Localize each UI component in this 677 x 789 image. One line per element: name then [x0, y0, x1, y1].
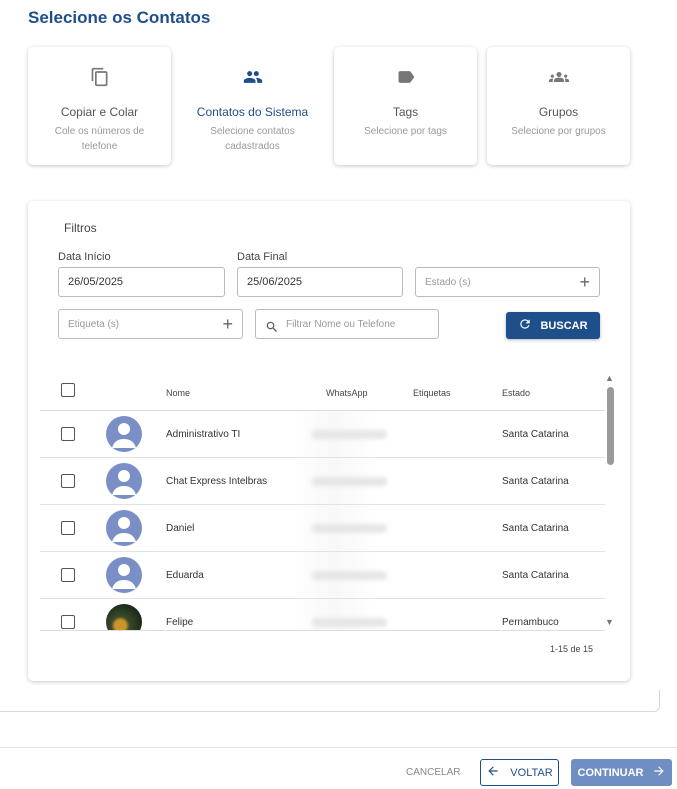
search-button[interactable]: BUSCAR [506, 312, 600, 339]
row-checkbox[interactable] [61, 615, 75, 629]
scroll-up-arrow-icon[interactable]: ▲ [605, 373, 614, 383]
search-icon [265, 317, 279, 345]
card-subtitle: Selecione por tags [364, 126, 447, 137]
back-button-label: VOLTAR [510, 766, 553, 779]
start-date-label: Data Início [58, 251, 111, 263]
avatar-photo [106, 604, 142, 630]
continue-button[interactable]: CONTINUAR [571, 759, 672, 786]
card-tags[interactable]: Tags Selecione por tags [334, 47, 477, 165]
row-checkbox[interactable] [61, 521, 75, 535]
table-row[interactable]: Chat Express Intelbras Santa Catarina [40, 458, 605, 505]
continue-button-label: CONTINUAR [577, 766, 644, 779]
arrow-right-icon [652, 764, 666, 781]
card-subtitle: Selecione contatos cadastrados [210, 126, 295, 152]
avatar [106, 557, 142, 593]
copy-icon [28, 67, 171, 87]
card-system-contacts[interactable]: Contatos do Sistema Selecione contatos c… [181, 47, 324, 165]
table-header: Nome WhatsApp Etiquetas Estado [40, 376, 605, 411]
people-icon [181, 67, 324, 87]
state-select[interactable]: Estado (s) + [415, 267, 600, 297]
card-title: Copiar e Colar [60, 105, 139, 119]
table-row[interactable]: Felipe Pernambuco [40, 599, 605, 631]
tag-icon [334, 67, 477, 87]
arrow-left-icon [486, 764, 500, 781]
contact-name: Administrativo TI [166, 429, 241, 440]
whatsapp-number-blurred [312, 618, 387, 627]
scrollbar-thumb[interactable] [607, 387, 614, 465]
row-checkbox[interactable] [61, 568, 75, 582]
table-row[interactable]: Eduarda Santa Catarina [40, 552, 605, 599]
row-checkbox[interactable] [61, 474, 75, 488]
start-date-value: 26/05/2025 [68, 276, 124, 288]
card-groups[interactable]: Grupos Selecione por grupos [487, 47, 630, 165]
column-tags[interactable]: Etiquetas [413, 388, 451, 398]
table-row[interactable]: Daniel Santa Catarina [40, 505, 605, 552]
filters-heading: Filtros [64, 221, 97, 235]
card-title: Grupos [538, 105, 579, 119]
back-button[interactable]: VOLTAR [480, 759, 559, 786]
whatsapp-number-blurred [312, 524, 387, 533]
avatar [106, 463, 142, 499]
card-subtitle: Cole os números de telefone [54, 126, 145, 152]
row-checkbox[interactable] [61, 427, 75, 441]
groups-icon [487, 67, 630, 87]
page-title: Selecione os Contatos [28, 8, 211, 27]
contact-state: Santa Catarina [502, 476, 569, 487]
whatsapp-number-blurred [312, 477, 387, 486]
contact-state: Santa Catarina [502, 570, 569, 581]
select-all-checkbox[interactable] [61, 383, 75, 397]
whatsapp-number-blurred [312, 430, 387, 439]
card-title: Tags [392, 105, 419, 119]
scroll-down-arrow-icon[interactable]: ▼ [605, 617, 614, 627]
card-title: Contatos do Sistema [196, 105, 309, 119]
end-date-label: Data Final [237, 251, 288, 263]
search-input[interactable]: Filtrar Nome ou Telefone [255, 309, 439, 339]
tag-select[interactable]: Etiqueta (s) + [58, 309, 243, 339]
contacts-panel: Filtros Data Início 26/05/2025 Data Fina… [28, 201, 630, 681]
start-date-input[interactable]: 26/05/2025 [58, 267, 225, 297]
avatar [106, 510, 142, 546]
contact-name: Felipe [166, 617, 194, 628]
end-date-value: 25/06/2025 [247, 276, 303, 288]
contact-name: Chat Express Intelbras [166, 476, 268, 487]
contact-state: Pernambuco [502, 617, 559, 628]
whatsapp-number-blurred [312, 571, 387, 580]
outer-container-edge [0, 690, 660, 712]
table-row[interactable]: Administrativo TI Santa Catarina [40, 411, 605, 458]
column-name[interactable]: Nome [166, 388, 190, 398]
refresh-icon [518, 317, 532, 334]
column-state[interactable]: Estado [502, 388, 530, 398]
pagination-info: 1-15 de 15 [550, 644, 594, 654]
search-button-label: BUSCAR [540, 319, 588, 332]
card-subtitle: Selecione por grupos [511, 126, 606, 137]
plus-icon[interactable]: + [579, 268, 590, 296]
state-placeholder: Estado (s) [425, 277, 471, 288]
card-copy-paste[interactable]: Copiar e Colar Cole os números de telefo… [28, 47, 171, 165]
tag-placeholder: Etiqueta (s) [68, 319, 120, 330]
contact-name: Daniel [166, 523, 195, 534]
plus-icon[interactable]: + [222, 310, 233, 338]
footer-divider [0, 747, 677, 748]
search-placeholder: Filtrar Nome ou Telefone [286, 319, 396, 330]
contact-name: Eduarda [166, 570, 204, 581]
avatar [106, 416, 142, 452]
contact-state: Santa Catarina [502, 429, 569, 440]
cancel-button[interactable]: CANCELAR [406, 767, 460, 778]
end-date-input[interactable]: 25/06/2025 [237, 267, 403, 297]
contact-state: Santa Catarina [502, 523, 569, 534]
column-whatsapp[interactable]: WhatsApp [326, 388, 368, 398]
